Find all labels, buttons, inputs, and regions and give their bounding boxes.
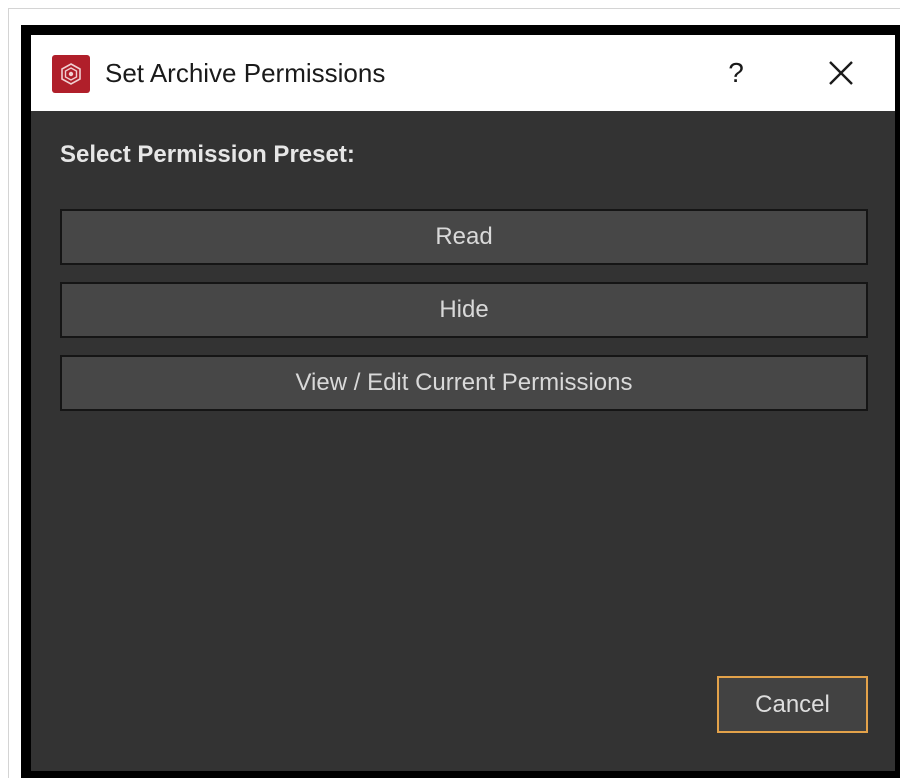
close-icon <box>829 61 853 85</box>
cancel-button[interactable]: Cancel <box>717 676 868 733</box>
view-edit-permissions-button[interactable]: View / Edit Current Permissions <box>60 355 868 411</box>
hide-preset-button[interactable]: Hide <box>60 282 868 338</box>
read-preset-button[interactable]: Read <box>60 209 868 265</box>
preset-section-label: Select Permission Preset: <box>60 141 355 168</box>
app-logo-icon <box>52 55 90 93</box>
dialog-title: Set Archive Permissions <box>105 58 386 88</box>
close-button[interactable] <box>819 51 863 95</box>
dialog-body: Select Permission Preset: Read Hide View… <box>31 111 895 771</box>
help-button[interactable]: ? <box>716 53 756 93</box>
permissions-dialog: Set Archive Permissions ? Select Permiss… <box>21 25 900 778</box>
title-bar[interactable]: Set Archive Permissions ? <box>31 35 895 111</box>
